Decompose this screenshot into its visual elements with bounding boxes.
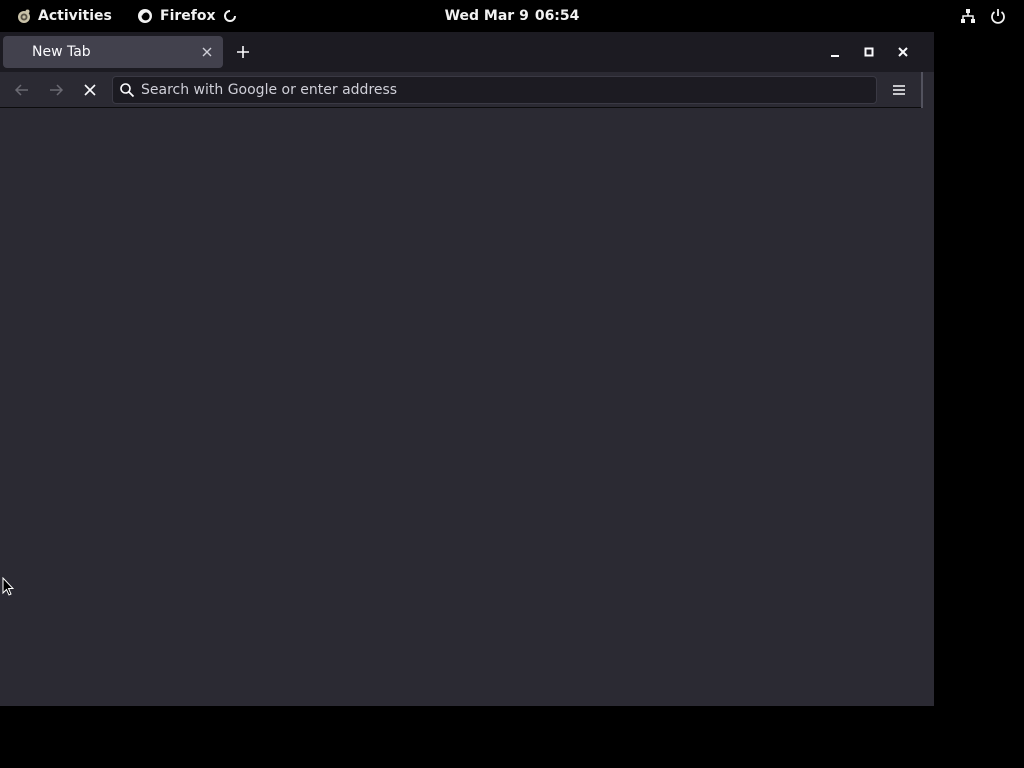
- navigation-toolbar: [0, 72, 934, 108]
- close-icon: [202, 47, 212, 57]
- stop-icon: [84, 84, 96, 96]
- gnome-top-bar: Activities Firefox Wed Mar 9 06:54: [0, 0, 1024, 32]
- clock-time: 06:54: [534, 8, 580, 24]
- power-menu[interactable]: [990, 0, 1006, 32]
- address-input[interactable]: [141, 82, 876, 98]
- clock[interactable]: Wed Mar 9 06:54: [0, 0, 1024, 32]
- tab-new-tab[interactable]: New Tab: [3, 36, 223, 68]
- network-status[interactable]: [960, 0, 976, 32]
- plus-icon: [237, 46, 249, 58]
- forward-arrow-icon: [50, 84, 64, 96]
- firefox-window: New Tab: [0, 32, 934, 706]
- app-menu-button[interactable]: [885, 76, 913, 104]
- tab-close-button[interactable]: [197, 42, 217, 62]
- tab-title: New Tab: [32, 44, 91, 60]
- hamburger-menu-icon: [893, 85, 905, 95]
- power-icon: [991, 9, 1005, 24]
- back-arrow-icon: [14, 84, 28, 96]
- new-tab-button[interactable]: [231, 40, 255, 64]
- desktop-background: [0, 706, 1024, 768]
- back-button[interactable]: [8, 76, 36, 104]
- url-bar[interactable]: [112, 76, 877, 104]
- toolbar-overflow-edge: [921, 72, 934, 108]
- mouse-cursor-icon: [2, 577, 14, 596]
- clock-date: Wed Mar 9: [444, 8, 529, 24]
- forward-button[interactable]: [42, 76, 70, 104]
- network-icon: [961, 9, 975, 23]
- maximize-icon: [864, 47, 874, 57]
- stop-button[interactable]: [76, 76, 104, 104]
- window-close-button[interactable]: [891, 40, 915, 64]
- close-icon: [898, 47, 908, 57]
- page-content[interactable]: [0, 109, 934, 706]
- tab-bar: New Tab: [0, 32, 934, 72]
- minimize-icon: [831, 55, 839, 57]
- maximize-button[interactable]: [857, 40, 881, 64]
- search-icon: [120, 83, 135, 98]
- minimize-button[interactable]: [823, 40, 847, 64]
